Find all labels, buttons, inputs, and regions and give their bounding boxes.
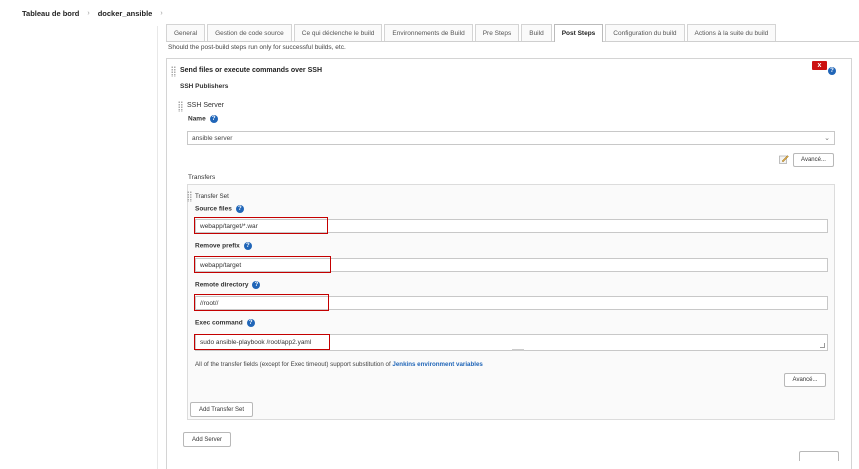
- drag-handle-icon[interactable]: [187, 191, 192, 202]
- help-icon[interactable]: ?: [243, 242, 252, 250]
- name-label: Name?: [188, 115, 218, 123]
- source-files-label-text: Source files: [195, 205, 232, 213]
- delete-step-button[interactable]: x: [812, 61, 827, 70]
- help-icon[interactable]: ?: [235, 205, 244, 213]
- source-files-label: Source files?: [195, 205, 244, 213]
- remove-prefix-input[interactable]: webapp/target: [195, 258, 828, 272]
- post-steps-note: Should the post-build steps run only for…: [168, 44, 346, 51]
- tab-build[interactable]: Build: [521, 24, 552, 41]
- remote-directory-input[interactable]: //root//: [195, 296, 828, 310]
- exec-command-label: Exec command?: [195, 319, 255, 327]
- ssh-publishers-label: SSH Publishers: [180, 83, 229, 90]
- resize-grip[interactable]: [511, 349, 524, 351]
- source-files-input[interactable]: webapp/target/*.war: [195, 219, 828, 233]
- drag-handle-icon[interactable]: [178, 101, 183, 112]
- remote-directory-label-text: Remote directory: [195, 281, 249, 289]
- chevron-down-icon: ⌄: [824, 135, 830, 142]
- server-advanced-button[interactable]: Avancé...: [793, 153, 834, 167]
- tab-build-triggers[interactable]: Ce qui déclenche le build: [293, 24, 383, 41]
- breadcrumb: Tableau de bord › docker_ansible ›: [0, 0, 859, 26]
- resize-handle-icon[interactable]: [820, 343, 825, 348]
- substitution-note-text: All of the transfer fields (except for E…: [195, 361, 391, 368]
- transfer-set-label: Transfer Set: [195, 193, 229, 200]
- jenkins-env-vars-link[interactable]: Jenkins environment variables: [392, 361, 482, 368]
- add-transfer-set-button[interactable]: Add Transfer Set: [190, 402, 253, 417]
- tab-post-steps[interactable]: Post Steps: [553, 24, 604, 42]
- breadcrumb-job[interactable]: docker_ansible: [98, 9, 153, 18]
- server-name-select[interactable]: ansible server ⌄: [187, 131, 835, 145]
- transfer-advanced-button[interactable]: Avancé...: [784, 373, 826, 387]
- edit-icon[interactable]: [779, 154, 789, 164]
- tab-build-settings[interactable]: Configuration du build: [605, 24, 685, 41]
- exec-command-label-text: Exec command: [195, 319, 243, 327]
- remove-prefix-label: Remove prefix?: [195, 242, 252, 250]
- chevron-right-icon[interactable]: ›: [160, 10, 162, 17]
- help-icon[interactable]: ?: [246, 319, 255, 327]
- tab-pre-steps[interactable]: Pre Steps: [474, 24, 520, 41]
- breadcrumb-home[interactable]: Tableau de bord: [22, 9, 79, 18]
- transfers-label: Transfers: [188, 174, 216, 181]
- tab-general[interactable]: General: [166, 24, 206, 41]
- sidebar: [0, 26, 158, 469]
- exec-command-textarea[interactable]: sudo ansible-playbook /root/app2.yaml: [195, 334, 828, 351]
- tab-build-environment[interactable]: Environnements de Build: [384, 24, 473, 41]
- add-server-button[interactable]: Add Server: [183, 432, 231, 447]
- drag-handle-icon[interactable]: [171, 66, 176, 77]
- step-title: Send files or execute commands over SSH: [180, 67, 322, 74]
- server-name-value: ansible server: [192, 134, 233, 142]
- remove-prefix-label-text: Remove prefix: [195, 242, 240, 250]
- partial-button[interactable]: [799, 451, 839, 461]
- tab-post-build-actions[interactable]: Actions à la suite du build: [686, 24, 777, 41]
- ssh-server-label: SSH Server: [187, 102, 224, 109]
- help-icon[interactable]: ?: [252, 281, 261, 289]
- exec-command-value: sudo ansible-playbook /root/app2.yaml: [200, 339, 312, 346]
- substitution-note: All of the transfer fields (except for E…: [195, 361, 483, 368]
- config-tabs: General Gestion de code source Ce qui dé…: [166, 24, 859, 42]
- help-icon[interactable]: ?: [209, 115, 218, 123]
- chevron-right-icon: ›: [87, 9, 90, 17]
- name-label-text: Name: [188, 115, 206, 123]
- tab-source-code[interactable]: Gestion de code source: [207, 24, 292, 41]
- help-icon[interactable]: ?: [828, 67, 836, 75]
- remote-directory-label: Remote directory?: [195, 281, 261, 289]
